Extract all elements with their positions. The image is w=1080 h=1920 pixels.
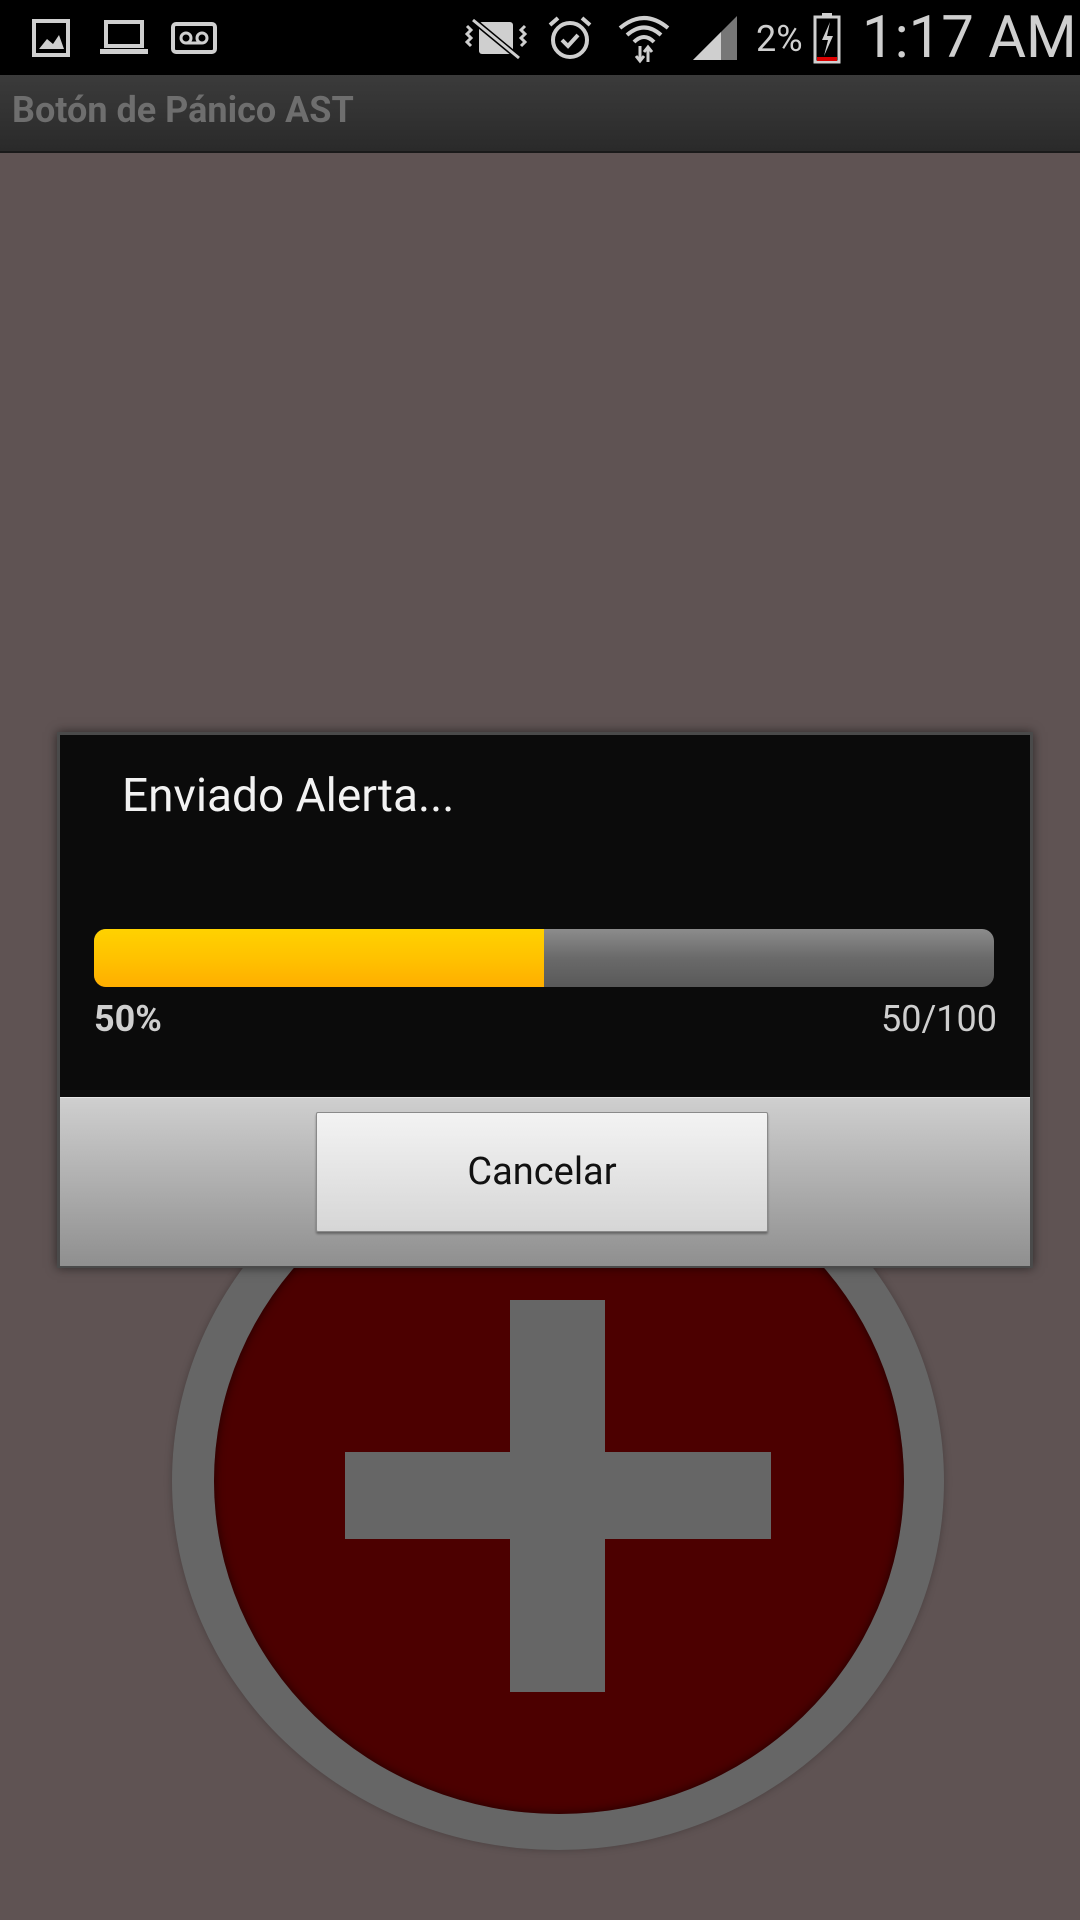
app-title: Botón de Pánico AST bbox=[12, 89, 354, 131]
battery-percent: 2% bbox=[756, 18, 803, 60]
clock: 1:17 AM bbox=[862, 4, 1077, 72]
wifi-icon bbox=[614, 12, 674, 64]
dialog-title: Enviado Alerta... bbox=[122, 769, 455, 823]
cancel-button[interactable]: Cancelar bbox=[316, 1112, 768, 1232]
progress-fill bbox=[94, 929, 544, 987]
panic-cross-icon-bar bbox=[345, 1452, 771, 1539]
signal-icon bbox=[690, 12, 742, 64]
vibrate-icon bbox=[460, 12, 532, 64]
gallery-icon bbox=[28, 12, 74, 64]
status-bar: 2% 1:17 AM bbox=[0, 0, 1080, 75]
progress-percent: 50% bbox=[94, 998, 162, 1040]
battery-charging-icon bbox=[812, 12, 842, 64]
action-bar: Botón de Pánico AST bbox=[0, 75, 1080, 153]
progress-bar bbox=[94, 929, 994, 987]
dialog-button-bar: Cancelar bbox=[60, 1097, 1030, 1266]
alarm-icon bbox=[544, 12, 596, 64]
voicemail-icon bbox=[170, 12, 218, 64]
laptop-icon bbox=[98, 12, 150, 64]
progress-count: 50/100 bbox=[880, 998, 997, 1040]
progress-dialog: Enviado Alerta... 50% 50/100 Cancelar bbox=[57, 732, 1033, 1268]
